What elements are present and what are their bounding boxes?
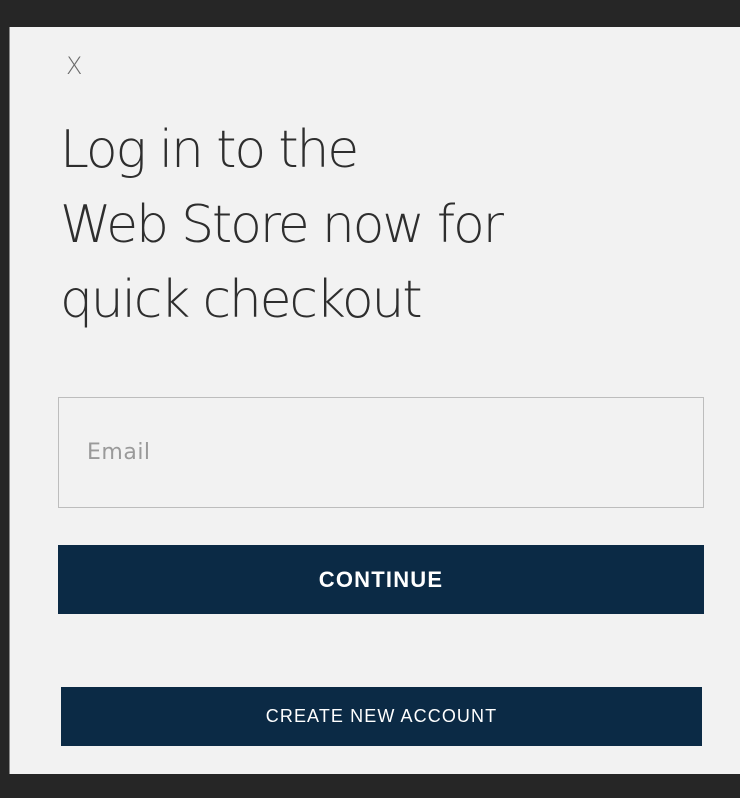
headline-line-2: Web Store now for [60, 195, 504, 255]
email-field[interactable] [58, 397, 704, 508]
headline-line-1: Log in to the [60, 120, 359, 180]
continue-button[interactable]: CONTINUE [58, 545, 704, 614]
modal-headline: Log in to the Web Store now for quick ch… [60, 113, 700, 338]
create-new-account-button[interactable]: CREATE NEW ACCOUNT [61, 687, 702, 746]
close-icon[interactable]: X [66, 49, 90, 83]
login-modal: X Log in to the Web Store now for quick … [9, 27, 740, 774]
headline-line-3: quick checkout [60, 270, 423, 330]
